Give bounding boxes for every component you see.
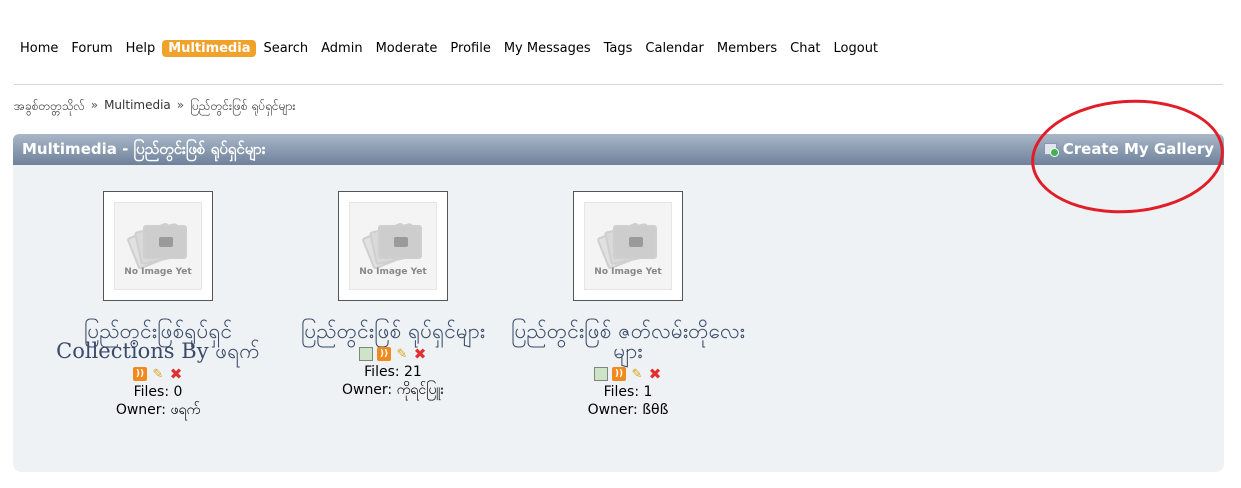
rss-icon[interactable]: )) bbox=[133, 367, 147, 381]
gallery-thumbnail[interactable]: No Image Yet bbox=[103, 191, 213, 301]
main-nav: Home Forum Help Multimedia Search Admin … bbox=[14, 40, 885, 57]
nav-admin[interactable]: Admin bbox=[315, 40, 368, 57]
no-image-text: No Image Yet bbox=[594, 267, 662, 277]
gallery-actions: )) ✎ ✖ bbox=[483, 365, 773, 383]
page-title: Multimedia - ပြည်တွင်းဖြစ် ရုပ်ရှင်များ bbox=[22, 140, 266, 158]
divider bbox=[14, 84, 1223, 85]
subgallery-icon[interactable] bbox=[594, 367, 608, 381]
nav-calendar[interactable]: Calendar bbox=[639, 40, 709, 57]
gallery-owner: Owner: ဖရက် bbox=[115, 402, 201, 418]
nav-home[interactable]: Home bbox=[14, 40, 64, 57]
delete-x-icon[interactable]: ✖ bbox=[413, 345, 427, 363]
no-image-text: No Image Yet bbox=[124, 267, 192, 277]
rss-icon[interactable]: )) bbox=[377, 347, 391, 361]
edit-pencil-icon[interactable]: ✎ bbox=[630, 367, 644, 382]
breadcrumb-current: ပြည်တွင်းဖြစ် ရုပ်ရှင်များ bbox=[190, 99, 296, 113]
no-image-placeholder-icon: No Image Yet bbox=[114, 202, 202, 290]
nav-search[interactable]: Search bbox=[257, 40, 314, 57]
rss-icon[interactable]: )) bbox=[612, 367, 626, 381]
no-image-text: No Image Yet bbox=[359, 267, 427, 277]
breadcrumb-separator: » bbox=[176, 98, 185, 112]
gallery-thumbnail[interactable]: No Image Yet bbox=[338, 191, 448, 301]
gallery-owner: Owner: ßθß bbox=[587, 402, 669, 418]
breadcrumb-separator: » bbox=[90, 98, 99, 112]
nav-logout[interactable]: Logout bbox=[828, 40, 885, 57]
nav-my-messages[interactable]: My Messages bbox=[498, 40, 597, 57]
gallery-thumbnail[interactable]: No Image Yet bbox=[573, 191, 683, 301]
no-image-placeholder-icon: No Image Yet bbox=[349, 202, 437, 290]
gallery-list-panel: No Image Yet ပြည်တွင်းဖြစ်ရုပ်ရှင် Colle… bbox=[13, 165, 1224, 472]
nav-forum[interactable]: Forum bbox=[65, 40, 118, 57]
create-gallery-button[interactable]: Create My Gallery bbox=[1043, 140, 1214, 158]
gallery-name-link[interactable]: ပြည်တွင်းဖြစ် ဇတ်လမ်းတိုလေးများ bbox=[483, 321, 773, 362]
subgallery-icon[interactable] bbox=[359, 347, 373, 361]
nav-profile[interactable]: Profile bbox=[444, 40, 496, 57]
breadcrumb: အခွစ်တတ္တသိုလ် » Multimedia » ပြည်တွင်းဖ… bbox=[14, 98, 295, 116]
no-image-placeholder-icon: No Image Yet bbox=[584, 202, 672, 290]
nav-multimedia[interactable]: Multimedia bbox=[162, 40, 257, 57]
gallery-card: No Image Yet ပြည်တွင်းဖြစ် ဇတ်လမ်းတိုလေး… bbox=[483, 191, 773, 419]
nav-tags[interactable]: Tags bbox=[598, 40, 639, 57]
edit-pencil-icon[interactable]: ✎ bbox=[395, 347, 409, 362]
nav-chat[interactable]: Chat bbox=[784, 40, 826, 57]
gallery-files-count: Files: 1 bbox=[603, 384, 653, 400]
delete-x-icon[interactable]: ✖ bbox=[648, 365, 662, 383]
breadcrumb-home[interactable]: အခွစ်တတ္တသိုလ် bbox=[14, 98, 85, 116]
breadcrumb-multimedia[interactable]: Multimedia bbox=[104, 98, 171, 116]
add-gallery-icon bbox=[1043, 143, 1059, 157]
nav-members[interactable]: Members bbox=[711, 40, 783, 57]
nav-help[interactable]: Help bbox=[120, 40, 162, 57]
create-gallery-label: Create My Gallery bbox=[1062, 140, 1214, 158]
delete-x-icon[interactable]: ✖ bbox=[169, 365, 183, 383]
gallery-header-bar: Multimedia - ပြည်တွင်းဖြစ် ရုပ်ရှင်များ … bbox=[13, 134, 1224, 165]
edit-pencil-icon[interactable]: ✎ bbox=[151, 367, 165, 382]
nav-moderate[interactable]: Moderate bbox=[370, 40, 444, 57]
